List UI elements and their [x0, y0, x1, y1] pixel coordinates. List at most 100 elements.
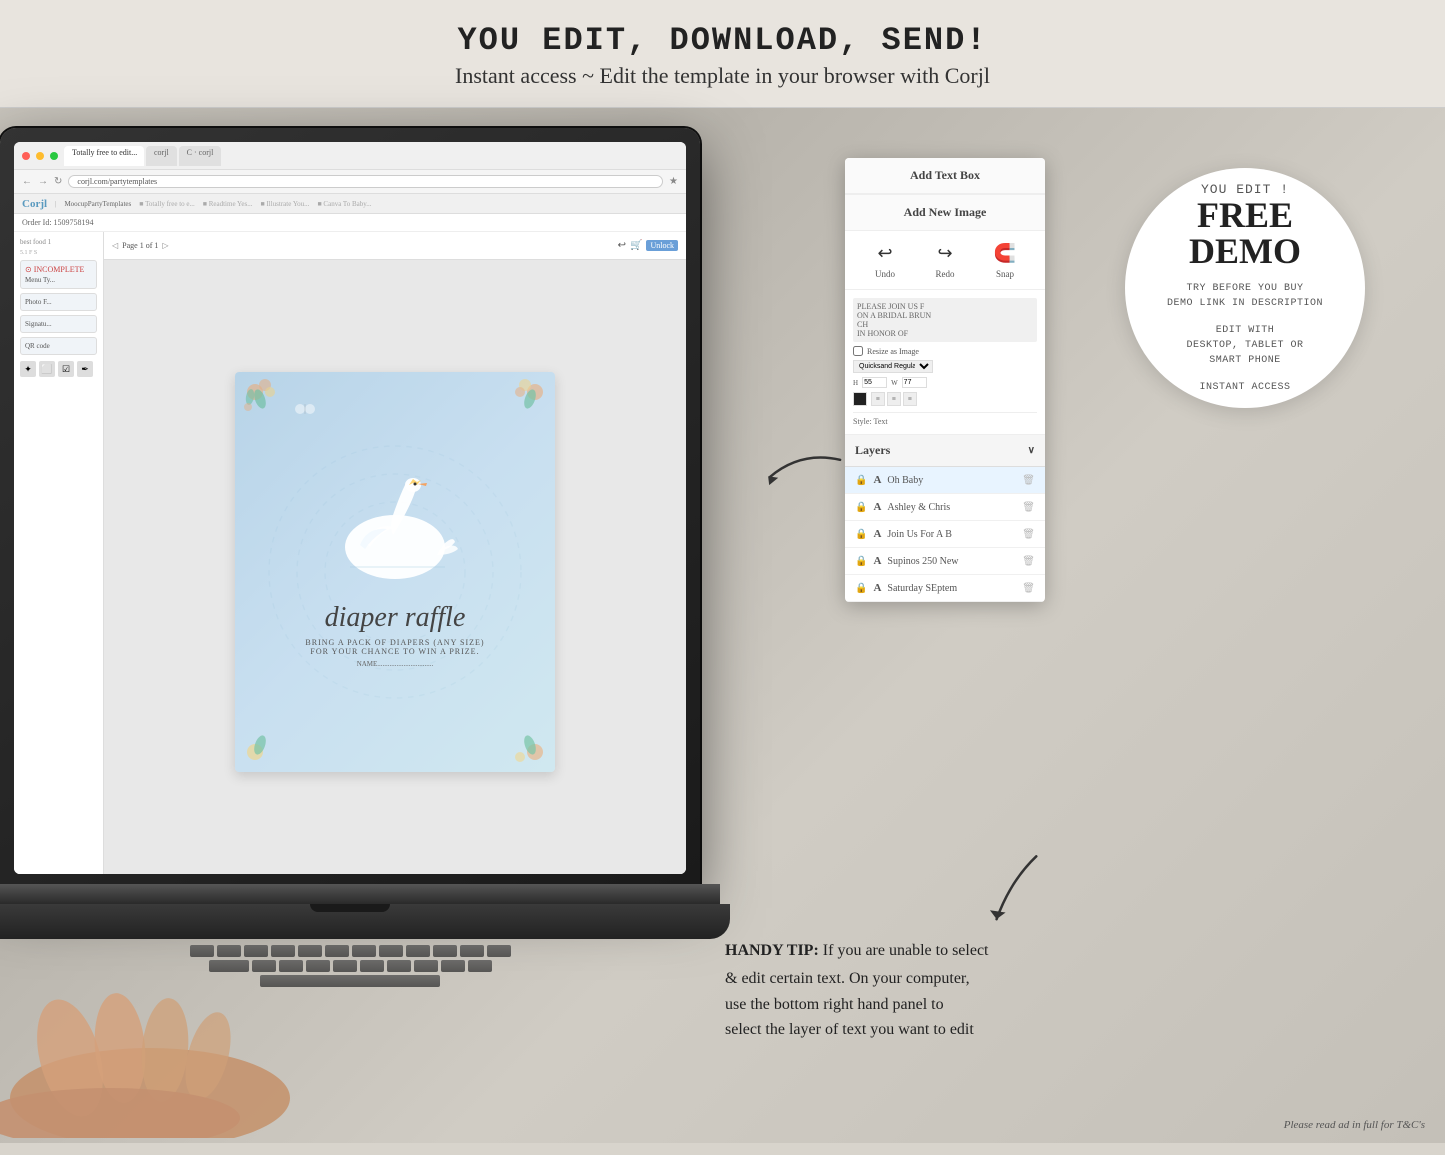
- align-center[interactable]: ≡: [887, 392, 901, 406]
- key: [433, 945, 457, 957]
- resize-label: Resize as Image: [867, 347, 919, 356]
- undo-btn-small[interactable]: ↩: [618, 240, 626, 251]
- layers-chevron[interactable]: ∨: [1028, 445, 1035, 456]
- size-controls: H W: [853, 377, 1037, 388]
- snap-btn[interactable]: 🧲 Snap: [991, 241, 1019, 279]
- style-text-label: Style: Text: [853, 412, 1037, 426]
- text-preview-box: PLEASE JOIN US F ON A BRIDAL BRUN CH IN …: [853, 298, 1037, 342]
- screen-content: Totally free to edit... corjl C · corjl …: [14, 142, 686, 874]
- align-right[interactable]: ≡: [903, 392, 917, 406]
- url-bar[interactable]: corjl.com/partytemplates: [68, 175, 663, 188]
- tab-1[interactable]: Totally free to edit...: [64, 146, 144, 166]
- key: [333, 960, 357, 972]
- layer-name-5: Saturday SEptem: [887, 583, 1016, 594]
- floral-bl: [240, 707, 300, 767]
- tip-title: HANDY TIP:: [725, 942, 819, 959]
- size-label: H: [853, 379, 858, 387]
- layers-title: Layers: [855, 443, 890, 458]
- resize-checkbox[interactable]: [853, 346, 863, 356]
- editor-toolbar-row: ◁ Page 1 of 1 ▷ ↩ 🛒 Unlock: [104, 232, 686, 260]
- key: [252, 960, 276, 972]
- main-content: Totally free to edit... corjl C · corjl …: [0, 108, 1445, 1143]
- floral-br-svg: [490, 707, 550, 767]
- color-swatch[interactable]: [853, 392, 867, 406]
- unlock-btn[interactable]: Unlock: [646, 240, 678, 251]
- width-input[interactable]: [902, 377, 927, 388]
- floral-br: [490, 707, 550, 767]
- lock-icon-3: 🔒: [855, 529, 867, 540]
- bookmark-4: ■ Illustrate You...: [260, 200, 309, 208]
- editor-side-panel: best food 1 5.1 F S ⊙ INCOMPLETE Menu Ty…: [14, 232, 104, 874]
- key: [298, 945, 322, 957]
- corjl-panel: Add Text Box Add New Image ↩ Undo ↪ Redo…: [845, 158, 1045, 602]
- order-id: Order Id: 1509758194: [14, 214, 686, 232]
- resize-image-toggle[interactable]: Resize as Image: [853, 346, 1037, 356]
- snap-label: Snap: [996, 269, 1014, 279]
- font-controls: Quicksand Regular: [853, 360, 1037, 373]
- width-label: W: [891, 379, 898, 387]
- delete-icon-3[interactable]: 🗑: [1022, 529, 1035, 540]
- tool-icon-4[interactable]: ✒: [77, 361, 93, 377]
- photo-f-item[interactable]: Photo F...: [20, 293, 97, 311]
- browser-tabs: Totally free to edit... corjl C · corjl: [64, 146, 678, 166]
- delete-icon-1[interactable]: 🗑: [1022, 475, 1035, 486]
- arrow-left-svg: [754, 417, 857, 520]
- bookmark-1: MoocupPartyTemplates: [64, 200, 131, 208]
- key: [360, 960, 384, 972]
- laptop-notch: [310, 904, 390, 912]
- tab-2[interactable]: corjl: [146, 146, 177, 166]
- card-title: diaper raffle: [325, 602, 466, 634]
- font-select[interactable]: Quicksand Regular: [853, 360, 933, 373]
- tip-body-text: If you are unable to select: [823, 942, 989, 959]
- incomplete-badge: ⊙ INCOMPLETE: [25, 265, 92, 274]
- panel-tools: ↩ Undo ↪ Redo 🧲 Snap: [845, 231, 1045, 290]
- key: [306, 960, 330, 972]
- add-new-image-btn[interactable]: Add New Image: [845, 194, 1045, 231]
- tool-icon-3[interactable]: ☑: [58, 361, 74, 377]
- keyboard-row-1: [0, 945, 700, 957]
- bookmark-3: ■ Readtime Yes...: [203, 200, 253, 208]
- add-text-box-btn[interactable]: Add Text Box: [845, 158, 1045, 194]
- layer-saturday[interactable]: 🔒 A Saturday SEptem 🗑: [845, 575, 1045, 602]
- delete-icon-5[interactable]: 🗑: [1022, 583, 1035, 594]
- page-indicator-right: ▷: [162, 241, 168, 250]
- key: [209, 960, 249, 972]
- delete-icon-2[interactable]: 🗑: [1022, 502, 1035, 513]
- undo-btn[interactable]: ↩ Undo: [871, 241, 899, 279]
- key: [352, 945, 376, 957]
- swan-svg: [325, 477, 465, 587]
- tip-area: HANDY TIP: If you are unable to select &…: [725, 942, 1105, 1043]
- browser-chrome: Totally free to edit... corjl C · corjl: [14, 142, 686, 170]
- font-label: 5.1 F S: [20, 250, 97, 256]
- layer-name-3: Join Us For A B: [887, 529, 1016, 540]
- delete-icon-4[interactable]: 🗑: [1022, 556, 1035, 567]
- layer-join-us[interactable]: 🔒 A Join Us For A B 🗑: [845, 521, 1045, 548]
- hand-container: [0, 978, 310, 1138]
- arrow-down-svg: [966, 845, 1059, 938]
- menu-ty-label: Menu Ty...: [25, 276, 92, 284]
- menu-ty-item[interactable]: ⊙ INCOMPLETE Menu Ty...: [20, 260, 97, 289]
- height-input[interactable]: [862, 377, 887, 388]
- layer-oh-baby[interactable]: 🔒 A Oh Baby 🗑: [845, 467, 1045, 494]
- redo-btn[interactable]: ↪ Redo: [931, 241, 959, 279]
- cart-icon[interactable]: 🛒: [630, 240, 642, 251]
- layer-ashley-chris[interactable]: 🔒 A Ashley & Chris 🗑: [845, 494, 1045, 521]
- page-label: Page 1 of 1: [122, 241, 158, 250]
- signature-item[interactable]: Signatu...: [20, 315, 97, 333]
- qr-item[interactable]: QR code: [20, 337, 97, 355]
- hand-svg: [0, 978, 310, 1138]
- laptop-mockup: Totally free to edit... corjl C · corjl …: [0, 128, 750, 1088]
- align-left[interactable]: ≡: [871, 392, 885, 406]
- tool-icon-1[interactable]: ✦: [20, 361, 36, 377]
- tab-3[interactable]: C · corjl: [179, 146, 222, 166]
- key: [406, 945, 430, 957]
- redo-label: Redo: [936, 269, 955, 279]
- butterfly-1: [295, 402, 315, 421]
- color-controls: ≡ ≡ ≡: [853, 392, 1037, 406]
- arrow-left: [750, 417, 857, 531]
- banner-title: YOU EDIT, DOWNLOAD, SEND!: [20, 22, 1425, 59]
- best-food-label: best food 1: [20, 238, 97, 246]
- tool-icon-2[interactable]: ⬜: [39, 361, 55, 377]
- redo-icon: ↪: [931, 241, 959, 265]
- layer-supinos[interactable]: 🔒 A Supinos 250 New 🗑: [845, 548, 1045, 575]
